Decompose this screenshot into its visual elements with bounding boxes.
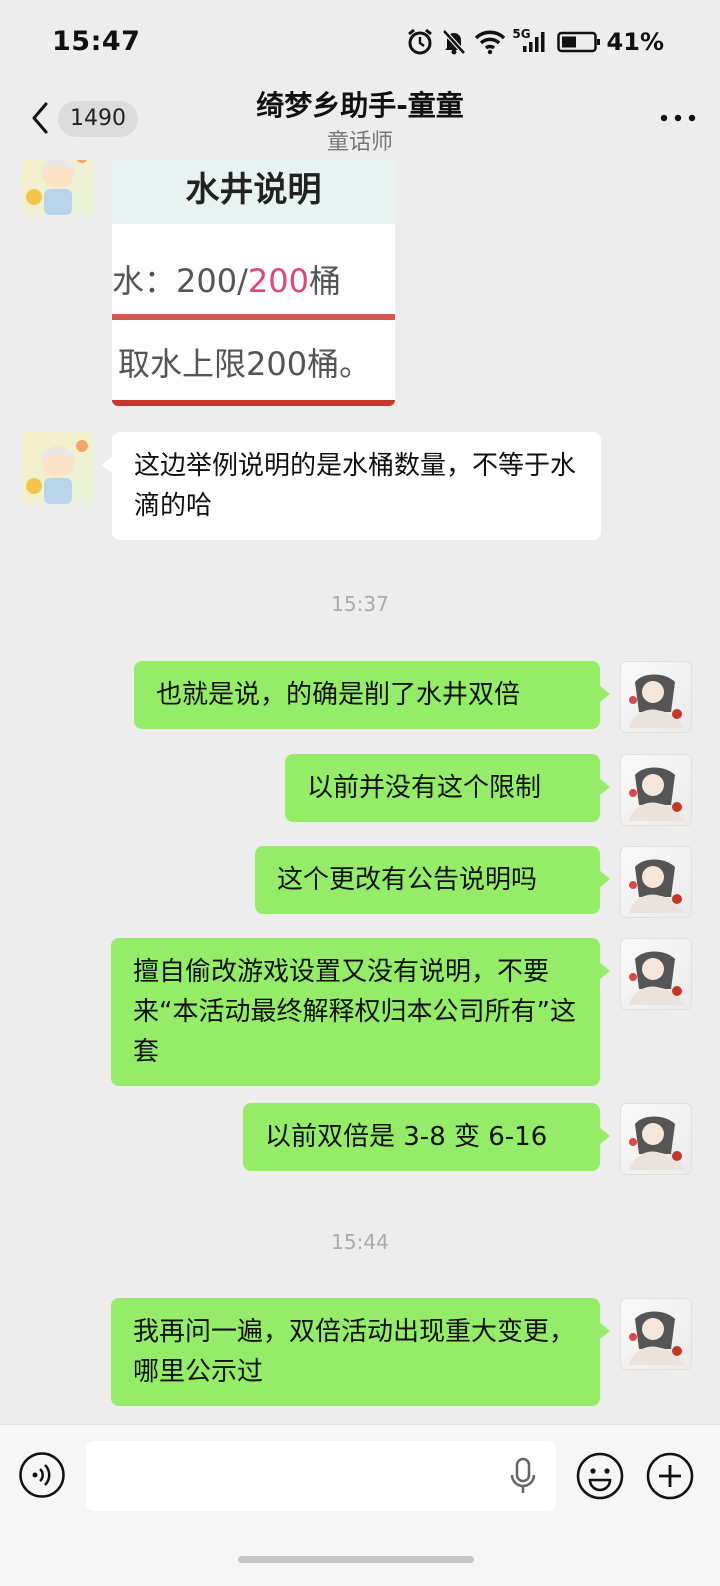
character-avatar-icon <box>26 440 88 504</box>
image-content: 水井说明 水：200/200桶 取水上限200桶。 <box>112 160 395 406</box>
alarm-icon <box>408 28 433 55</box>
message-timestamp: 15:37 <box>331 592 389 616</box>
user-avatar-icon <box>629 859 685 913</box>
message-bubble-sent[interactable]: 我再问一遍，双倍活动出现重大变更，哪里公示过 <box>111 1298 610 1406</box>
avatar[interactable] <box>620 846 692 918</box>
avatar[interactable] <box>620 661 692 733</box>
emoji-icon[interactable] <box>575 1451 625 1501</box>
image-bottom-bar <box>112 400 395 406</box>
user-avatar-icon <box>629 1116 685 1170</box>
wifi-icon <box>475 30 506 55</box>
message-bubble-received[interactable]: 这边举例说明的是水桶数量，不等于水滴的哈 <box>102 432 601 540</box>
battery-icon <box>556 31 600 53</box>
image-divider <box>112 314 395 320</box>
message-bubble-sent[interactable]: 以前并没有这个限制 <box>285 754 610 822</box>
input-bar <box>0 1424 720 1586</box>
image-line-limit: 取水上限200桶。 <box>118 345 372 383</box>
more-options-icon[interactable] <box>656 102 700 134</box>
status-bar: 15:47 5G 41% <box>0 0 720 90</box>
message-bubble-sent[interactable]: 擅自偷改游戏设置又没有说明，不要来“本活动最终解释权归本公司所有”这套 <box>111 938 610 1086</box>
chat-header: 1490 绮梦乡助手-童童 童话师 <box>0 80 720 160</box>
voice-toggle-icon[interactable] <box>18 1451 66 1499</box>
avatar[interactable] <box>620 754 692 826</box>
avatar[interactable] <box>620 1103 692 1175</box>
microphone-icon[interactable] <box>508 1457 538 1495</box>
message-bubble-sent[interactable]: 也就是说，的确是削了水井双倍 <box>134 661 610 729</box>
image-capacity-prefix: 水：200/ <box>112 262 248 300</box>
message-timestamp: 15:44 <box>331 1230 389 1254</box>
avatar[interactable] <box>620 1298 692 1370</box>
user-avatar-icon <box>629 951 685 1005</box>
image-capacity-highlight: 200 <box>247 262 309 300</box>
image-title: 水井说明 <box>185 170 322 210</box>
user-avatar-icon <box>629 674 685 728</box>
network-type-label: 5G <box>512 27 531 41</box>
avatar[interactable] <box>620 938 692 1010</box>
image-capacity-suffix: 桶 <box>308 262 341 300</box>
status-time: 15:47 <box>52 26 141 57</box>
battery-percent: 41% <box>606 28 664 56</box>
message-input[interactable] <box>86 1441 556 1511</box>
user-avatar-icon <box>629 1311 685 1365</box>
status-icons: 5G 41% <box>406 27 664 56</box>
avatar[interactable] <box>22 432 94 504</box>
image-message[interactable]: 水井说明 水：200/200桶 取水上限200桶。 <box>112 160 395 406</box>
image-line-capacity: 水：200/200桶 <box>112 256 341 302</box>
chat-title: 绮梦乡助手-童童 <box>256 89 464 122</box>
chat-subtitle: 童话师 <box>326 130 393 155</box>
mute-bell-icon <box>442 29 467 55</box>
chat-messages[interactable]: 水井说明 水：200/200桶 取水上限200桶。 这边举例说明的是水桶数量，不… <box>0 160 720 1420</box>
avatar[interactable] <box>22 160 94 215</box>
message-bubble-sent[interactable]: 以前双倍是 3-8 变 6-16 <box>243 1103 610 1171</box>
character-avatar-icon <box>26 160 88 215</box>
user-avatar-icon <box>629 767 685 821</box>
home-indicator[interactable] <box>238 1556 474 1563</box>
message-bubble-sent[interactable]: 这个更改有公告说明吗 <box>255 846 610 914</box>
add-attachment-icon[interactable] <box>645 1451 695 1501</box>
